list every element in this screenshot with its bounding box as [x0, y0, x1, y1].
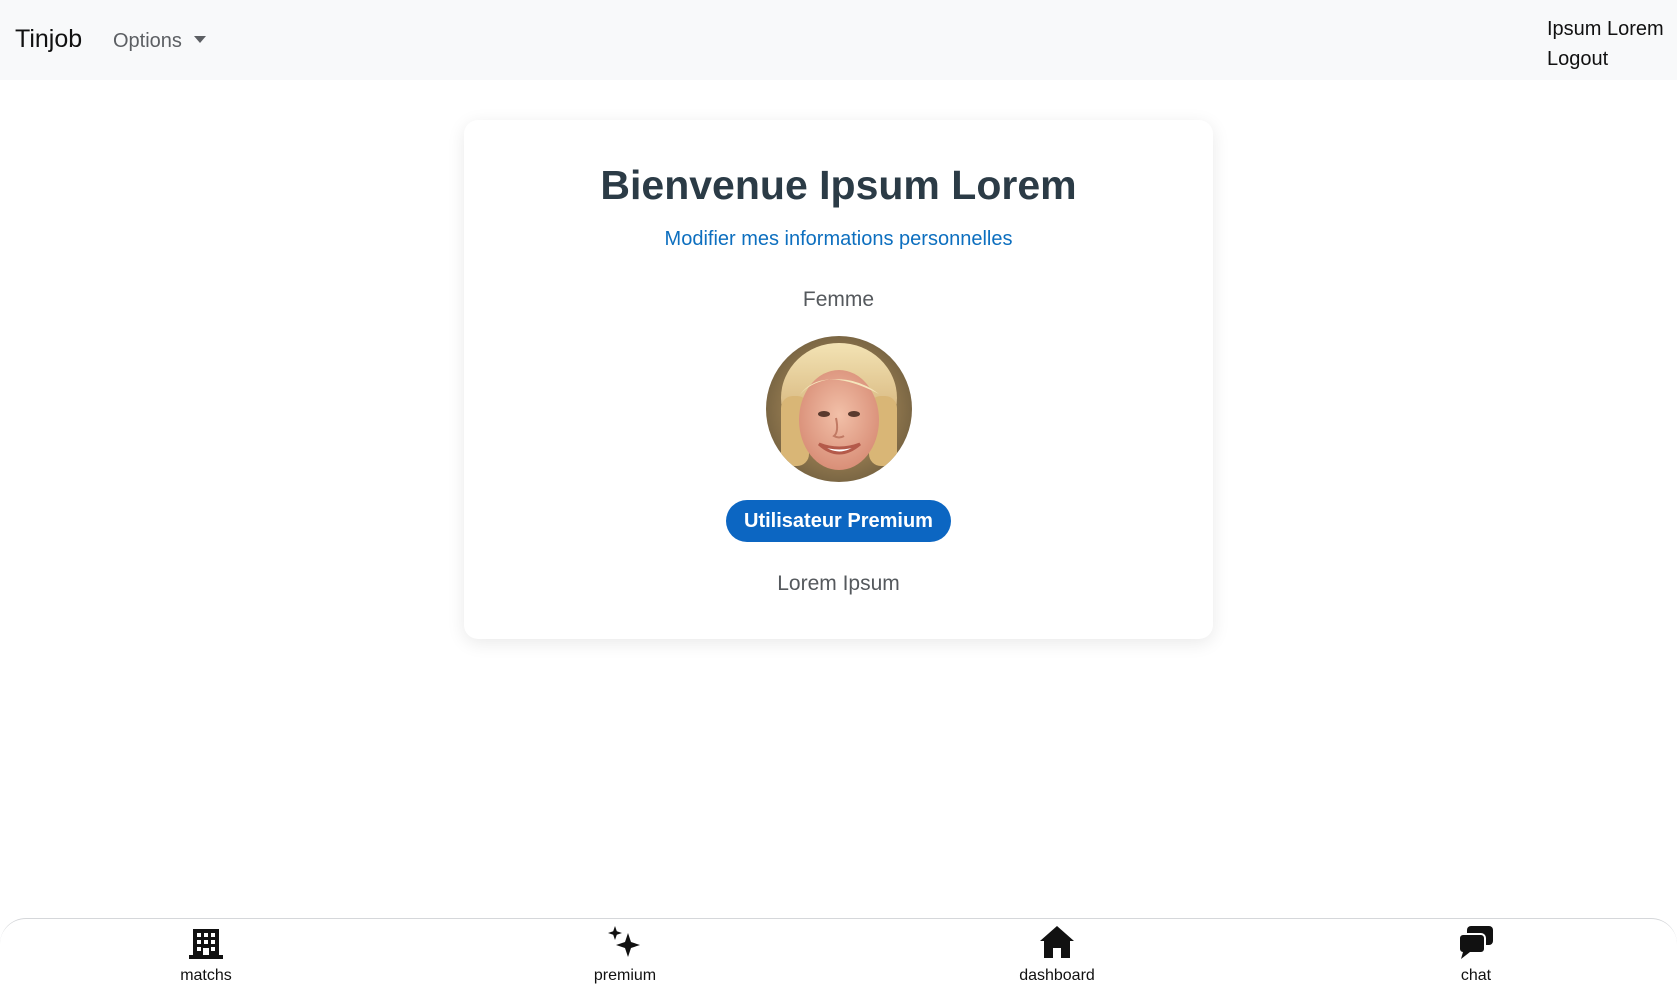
bottom-navbar: matchs premium dashboard chat [0, 918, 1677, 1000]
sparkle-icon [608, 926, 640, 957]
top-navbar: Tinjob Options Ipsum Lorem Logout [0, 0, 1677, 80]
nav-label-chat: chat [1460, 967, 1492, 984]
house-icon [1040, 926, 1074, 958]
nav-label-premium: premium [593, 967, 657, 984]
options-dropdown[interactable]: Options [113, 30, 206, 53]
chat-icon [1458, 926, 1493, 959]
nav-item-chat[interactable]: chat [1406, 925, 1546, 985]
logout-link[interactable]: Logout [1547, 44, 1664, 74]
profile-subtitle: Lorem Ipsum [777, 572, 900, 595]
chevron-down-icon [193, 36, 206, 43]
page-title: Bienvenue Ipsum Lorem [600, 162, 1077, 208]
premium-user-badge[interactable]: Utilisateur Premium [726, 500, 951, 542]
nav-item-matchs[interactable]: matchs [136, 925, 276, 985]
options-label: Options [113, 30, 182, 52]
gender-label: Femme [802, 288, 875, 311]
avatar-photo [766, 336, 912, 482]
nav-item-premium[interactable]: premium [555, 925, 695, 985]
nav-label-dashboard: dashboard [1019, 967, 1095, 984]
user-menu: Ipsum Lorem Logout [1547, 14, 1664, 74]
building-icon [189, 929, 223, 959]
nav-item-dashboard[interactable]: dashboard [987, 925, 1127, 985]
user-name-link[interactable]: Ipsum Lorem [1547, 14, 1664, 44]
profile-card: Bienvenue Ipsum Lorem Modifier mes infor… [464, 120, 1213, 639]
avatar [766, 336, 912, 482]
edit-profile-link[interactable]: Modifier mes informations personnelles [464, 228, 1213, 251]
brand-logo[interactable]: Tinjob [15, 25, 82, 54]
nav-label-matchs: matchs [180, 967, 232, 984]
